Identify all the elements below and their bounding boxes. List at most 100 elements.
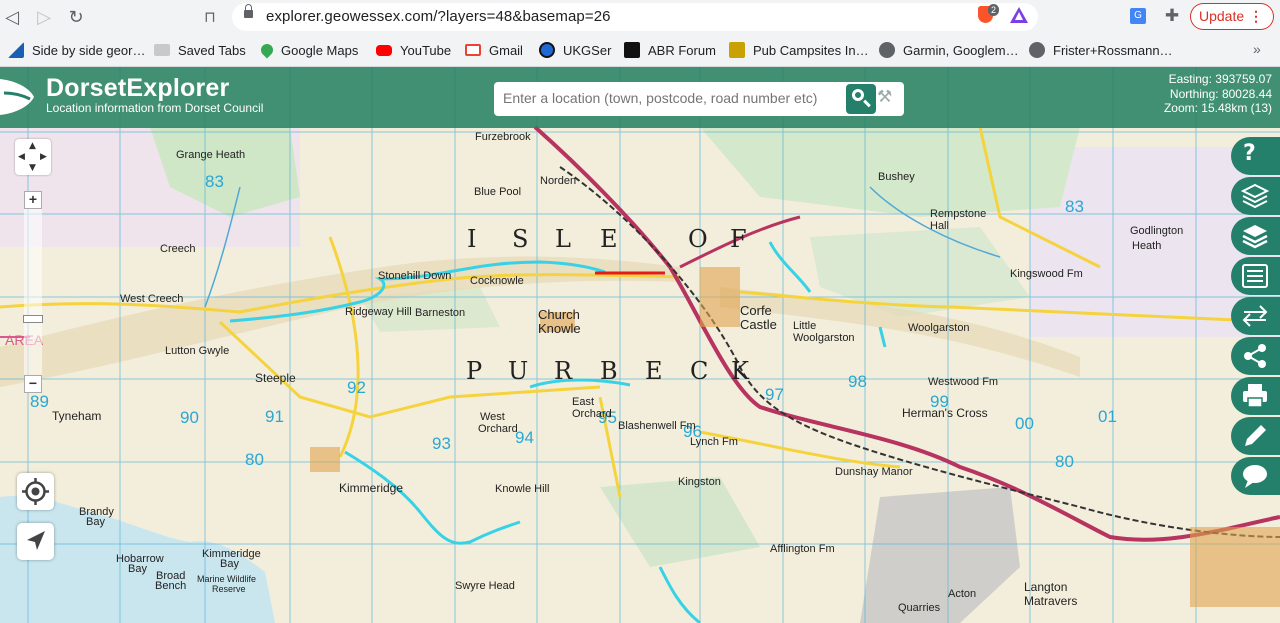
svg-text:Bay: Bay — [128, 563, 147, 575]
back-icon[interactable]: ◁ — [0, 5, 24, 29]
draw-pencil-icon — [1245, 425, 1266, 446]
zoom-in-button[interactable]: + — [24, 191, 42, 209]
svg-text:Barneston: Barneston — [415, 307, 465, 319]
zoom-slider-track[interactable] — [24, 192, 42, 392]
update-button[interactable]: Update ⋮ — [1190, 3, 1274, 30]
help-button[interactable]: ? — [1231, 137, 1280, 175]
svg-text:Orchard: Orchard — [478, 423, 518, 435]
svg-text:Acton: Acton — [948, 588, 976, 600]
svg-text:S: S — [512, 225, 528, 253]
navigate-button[interactable] — [17, 523, 54, 560]
svg-text:83: 83 — [205, 172, 224, 191]
svg-text:Cocknowle: Cocknowle — [470, 275, 524, 287]
zoom-out-button[interactable]: − — [24, 375, 42, 393]
bookmark-item[interactable]: ABR Forum — [624, 40, 716, 60]
bookmarks-overflow-button[interactable]: » — [1253, 41, 1261, 57]
bookmark-item[interactable]: Gmail — [465, 40, 523, 60]
svg-text:K: K — [731, 357, 750, 385]
svg-text:Ridgeway Hill: Ridgeway Hill — [345, 306, 412, 318]
pan-left-icon[interactable]: ◀ — [18, 152, 25, 162]
bookmark-item[interactable]: Google Maps — [258, 40, 358, 60]
url-text[interactable]: explorer.geowessex.com/?layers=48&basema… — [266, 8, 611, 25]
layers-button[interactable] — [1231, 177, 1280, 215]
pan-down-icon[interactable]: ▼ — [29, 163, 36, 173]
youtube-icon — [376, 44, 392, 56]
bookmark-label: Garmin, Googlem… — [903, 42, 1019, 58]
browser-toolbar: ◁ ▷ ↻ ⊓ explorer.geowessex.com/?layers=4… — [0, 0, 1280, 34]
search-icon — [852, 89, 864, 101]
pan-up-icon[interactable]: ▲ — [29, 141, 36, 151]
svg-text:Stonehill Down: Stonehill Down — [378, 270, 451, 282]
svg-text:90: 90 — [180, 408, 199, 427]
bookmark-item[interactable]: Frister+Rossmann… — [1029, 40, 1173, 60]
share-button[interactable] — [1231, 337, 1280, 375]
bookmark-item[interactable]: UKGSer — [539, 40, 611, 60]
brave-rewards-icon[interactable] — [1010, 7, 1028, 23]
print-button[interactable] — [1231, 377, 1280, 415]
svg-text:Swyre Head: Swyre Head — [455, 580, 515, 592]
svg-text:Lutton Gwyle: Lutton Gwyle — [165, 345, 229, 357]
crosshair-icon — [22, 478, 49, 505]
os-basemap[interactable]: 838990 919293 949596 979899 00 0180 8380 … — [0, 67, 1280, 623]
bookmark-item[interactable]: Pub Campsites In… — [729, 40, 869, 60]
legend-button[interactable] — [1231, 257, 1280, 295]
bookmark-item[interactable]: Garmin, Googlem… — [879, 40, 1019, 60]
svg-text:F: F — [730, 225, 747, 253]
bookmark-item[interactable]: YouTube — [376, 40, 451, 60]
compare-button[interactable] — [1231, 297, 1280, 335]
feedback-button[interactable] — [1231, 457, 1280, 495]
zoom-text: Zoom: 15.48km (13) — [1163, 101, 1272, 115]
dorset-logo-icon — [0, 79, 34, 115]
svg-text:Tyneham: Tyneham — [52, 409, 101, 423]
svg-text:R: R — [554, 357, 573, 385]
map-viewport[interactable]: 83 89 90 91 92 93 94 95 96 97 98 99 00 01 80 83 80 … — [0, 67, 1280, 623]
svg-text:East: East — [572, 396, 594, 408]
shield-count-badge: 2 — [988, 4, 1000, 16]
svg-text:97: 97 — [765, 385, 784, 404]
folder-icon — [154, 44, 170, 56]
wrench-tools-icon[interactable]: ⚒ — [877, 87, 899, 109]
location-search: ⚒ — [494, 82, 904, 116]
draw-button[interactable] — [1231, 417, 1280, 455]
map-pin-icon — [258, 41, 276, 59]
northing-text: Northing: 80028.44 — [1169, 86, 1272, 101]
svg-text:Marine Wildlife: Marine Wildlife — [197, 574, 256, 584]
update-label: Update — [1199, 8, 1245, 24]
location-search-input[interactable] — [503, 90, 833, 106]
svg-text:Bay: Bay — [86, 516, 105, 528]
svg-text:U: U — [508, 357, 528, 385]
pan-right-icon[interactable]: ▶ — [40, 152, 47, 162]
svg-text:Matravers: Matravers — [1024, 594, 1077, 608]
extensions-puzzle-icon[interactable]: ✚ — [1162, 6, 1182, 26]
geolocate-button[interactable] — [17, 473, 54, 510]
svg-text:80: 80 — [245, 450, 264, 469]
navigation-arrow-icon — [27, 531, 45, 550]
lock-icon[interactable] — [244, 4, 253, 18]
app-title[interactable]: DorsetExplorer — [46, 74, 229, 103]
svg-text:91: 91 — [265, 407, 284, 426]
pan-control[interactable]: ▲ ▼ ◀ ▶ — [15, 139, 51, 175]
bookmark-star-icon[interactable]: ⊓ — [198, 5, 222, 29]
base-layers-button[interactable] — [1231, 217, 1280, 255]
reload-icon[interactable]: ↻ — [64, 5, 88, 29]
zoom-slider-handle[interactable] — [23, 315, 43, 323]
forward-icon[interactable]: ▷ — [32, 5, 56, 29]
svg-text:Furzebrook: Furzebrook — [475, 131, 531, 143]
app-header: DorsetExplorer Location information from… — [0, 67, 1280, 128]
svg-text:Knowle Hill: Knowle Hill — [495, 483, 549, 495]
bookmark-label: UKGSer — [563, 42, 612, 58]
svg-text:93: 93 — [432, 434, 451, 453]
svg-text:O: O — [688, 225, 708, 253]
svg-text:Afflington Fm: Afflington Fm — [770, 543, 835, 555]
bookmark-label: Side by side geor… — [32, 42, 146, 58]
bookmark-item[interactable]: Side by side geor… — [8, 40, 145, 60]
search-button[interactable] — [846, 84, 876, 114]
svg-text:Hall: Hall — [930, 220, 949, 232]
svg-text:Quarries: Quarries — [898, 602, 941, 614]
svg-text:West: West — [480, 411, 505, 423]
bookmark-item[interactable]: Saved Tabs — [154, 40, 246, 60]
layers-icon — [1240, 183, 1270, 209]
translate-extension-icon[interactable]: G — [1130, 8, 1146, 24]
base-layers-icon — [1242, 225, 1268, 249]
address-bar[interactable]: explorer.geowessex.com/?layers=48&basema… — [232, 3, 1038, 31]
